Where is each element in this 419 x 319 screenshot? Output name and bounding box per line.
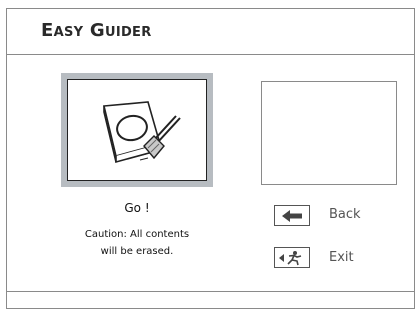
preview-pane <box>261 81 397 185</box>
page-title: Easy Guider <box>41 20 152 41</box>
footer-divider <box>7 291 414 292</box>
go-option-thumbnail[interactable] <box>61 73 213 187</box>
back-label[interactable]: Back <box>329 207 361 222</box>
caution-line-1: Caution: All contents <box>84 229 190 240</box>
back-arrow-icon <box>282 209 302 222</box>
header-bar: Easy Guider <box>7 9 414 55</box>
exit-label[interactable]: Exit <box>329 250 354 265</box>
easy-guider-window: Easy Guider Go ! Caution: All contents w… <box>6 8 415 309</box>
go-label: Go ! <box>124 201 150 215</box>
caution-line-2: will be erased. <box>100 246 174 257</box>
exit-running-man-icon <box>279 250 302 265</box>
back-button[interactable] <box>274 205 310 226</box>
thumbnail-frame <box>67 79 207 181</box>
caution-text: Caution: All contents will be erased. <box>61 226 213 260</box>
exit-button[interactable] <box>274 247 310 268</box>
disc-erase-icon <box>103 101 181 164</box>
